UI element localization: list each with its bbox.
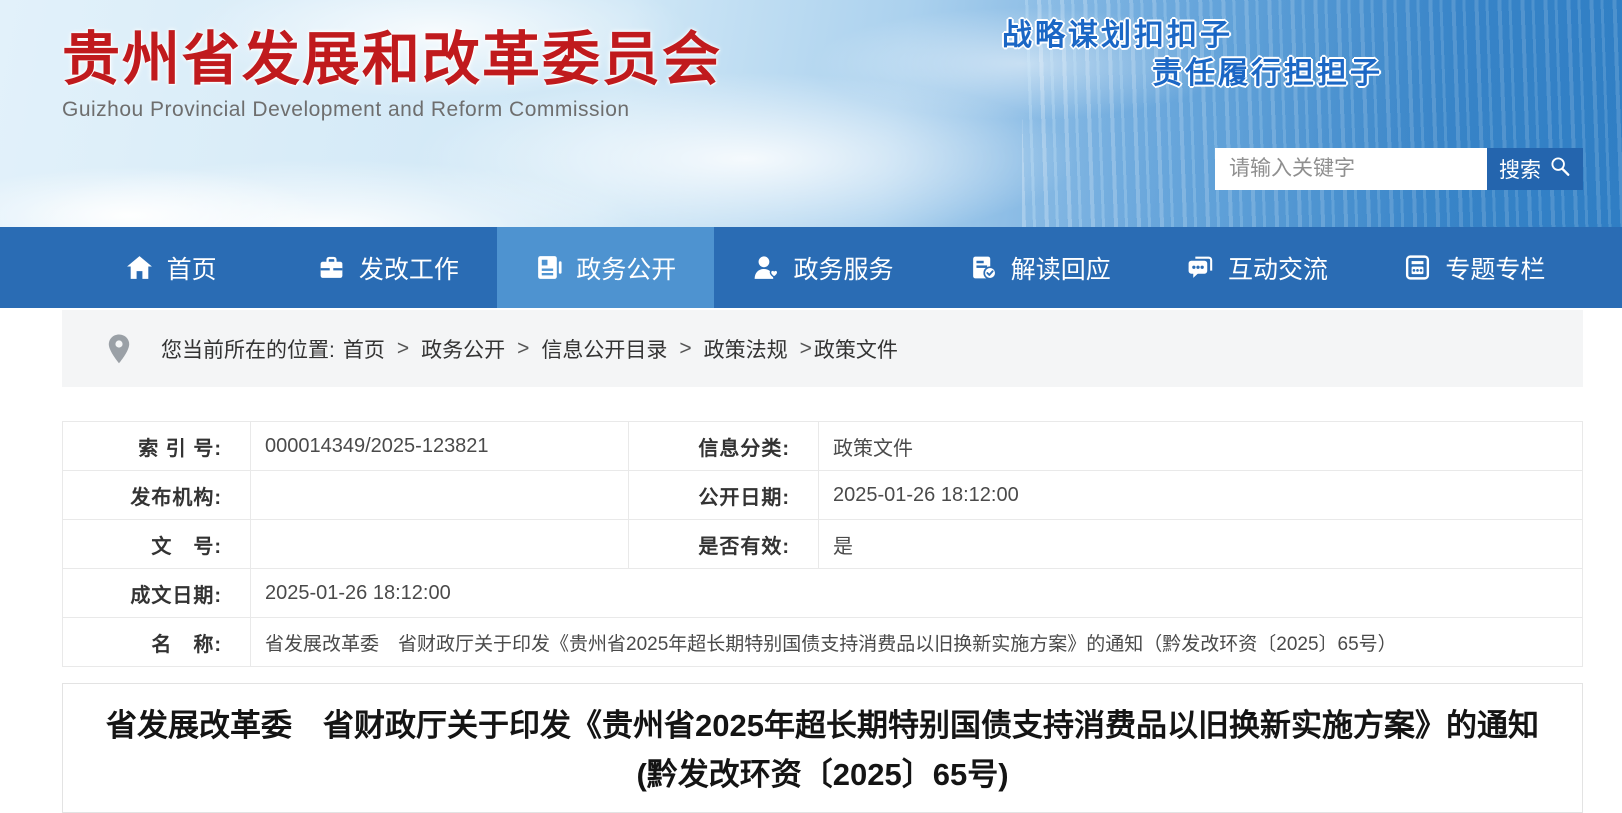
field-value-index-number: 000014349/2025-123821 (251, 422, 629, 471)
table-row: 索 引 号: 000014349/2025-123821 信息分类: 政策文件 (63, 422, 1583, 471)
field-value-doc-number (251, 520, 629, 569)
person-icon (751, 253, 780, 282)
nav-item-fagai-work[interactable]: 发改工作 (279, 227, 496, 308)
breadcrumb-item-policy-regulations[interactable]: 政策法规 (704, 334, 788, 364)
nav-item-label: 政务服务 (793, 250, 893, 286)
nav-item-special-columns[interactable]: 专题专栏 (1366, 227, 1583, 308)
briefcase-icon (317, 253, 346, 282)
field-label-index-number: 索 引 号: (63, 422, 251, 471)
doc-check-icon (969, 253, 998, 282)
breadcrumb-separator: > (679, 337, 691, 361)
document-info-table: 索 引 号: 000014349/2025-123821 信息分类: 政策文件 … (62, 421, 1583, 667)
search-button[interactable]: 搜索 (1487, 148, 1583, 190)
location-pin-icon (107, 333, 131, 365)
breadcrumb-item-gov-disclosure[interactable]: 政务公开 (421, 334, 505, 364)
breadcrumb-item-home[interactable]: 首页 (343, 334, 385, 364)
field-label-issuing-agency: 发布机构: (63, 471, 251, 520)
breadcrumb-separator: > (800, 337, 812, 361)
field-value-info-category: 政策文件 (819, 422, 1583, 471)
breadcrumb: 您当前所在的位置: 首页 > 政务公开 > 信息公开目录 > 政策法规 > 政策… (62, 310, 1583, 387)
table-row: 成文日期: 2025-01-26 18:12:00 (63, 569, 1583, 618)
field-label-info-category: 信息分类: (629, 422, 819, 471)
field-value-publish-date: 2025-01-26 18:12:00 (819, 471, 1583, 520)
article-title-line-1: 省发展改革委 省财政厅关于印发《贵州省2025年超长期特别国债支持消费品以旧换新… (63, 701, 1582, 750)
breadcrumb-prefix: 您当前所在的位置: (161, 334, 335, 364)
table-row: 文 号: 是否有效: 是 (63, 520, 1583, 569)
field-label-publish-date: 公开日期: (629, 471, 819, 520)
nav-item-label: 专题专栏 (1445, 250, 1545, 286)
table-row: 发布机构: 公开日期: 2025-01-26 18:12:00 (63, 471, 1583, 520)
slogan-line-2: 责任履行担担子 (1152, 48, 1383, 92)
main-nav: 首页 发改工作 (0, 227, 1622, 308)
field-value-title: 省发展改革委 省财政厅关于印发《贵州省2025年超长期特别国债支持消费品以旧换新… (251, 618, 1583, 667)
site-title: 贵州省发展和改革委员会 (62, 28, 722, 92)
search-icon (1549, 155, 1571, 183)
breadcrumb-separator: > (397, 337, 409, 361)
search-input[interactable] (1215, 148, 1487, 190)
search-button-label: 搜索 (1499, 154, 1541, 184)
nav-item-gov-disclosure[interactable]: 政务公开 (497, 227, 714, 308)
nav-item-gov-services[interactable]: 政务服务 (714, 227, 931, 308)
nav-item-label: 解读回应 (1011, 250, 1111, 286)
nav-item-interaction[interactable]: 互动交流 (1148, 227, 1365, 308)
nav-item-label: 互动交流 (1228, 250, 1328, 286)
search-bar: 搜索 (1215, 148, 1583, 190)
home-icon (125, 253, 154, 282)
chat-icon (1186, 253, 1215, 282)
site-header: 贵州省发展和改革委员会 Guizhou Provincial Developme… (0, 0, 1622, 227)
breadcrumb-item-policy-documents[interactable]: 政策文件 (814, 334, 898, 364)
breadcrumb-separator: > (517, 337, 529, 361)
article-title-box: 省发展改革委 省财政厅关于印发《贵州省2025年超长期特别国债支持消费品以旧换新… (62, 683, 1583, 813)
table-row: 名 称: 省发展改革委 省财政厅关于印发《贵州省2025年超长期特别国债支持消费… (63, 618, 1583, 667)
field-label-title: 名 称: (63, 618, 251, 667)
field-label-written-date: 成文日期: (63, 569, 251, 618)
nav-item-home[interactable]: 首页 (62, 227, 279, 308)
nav-item-label: 首页 (167, 250, 217, 286)
document-icon (534, 253, 563, 282)
field-label-validity: 是否有效: (629, 520, 819, 569)
breadcrumb-item-info-catalog[interactable]: 信息公开目录 (541, 334, 667, 364)
article-title-line-2: (黔发改环资〔2025〕65号) (63, 750, 1582, 799)
nav-item-label: 发改工作 (359, 250, 459, 286)
field-label-doc-number: 文 号: (63, 520, 251, 569)
nav-item-label: 政务公开 (576, 250, 676, 286)
grid-icon (1403, 253, 1432, 282)
site-subtitle: Guizhou Provincial Development and Refor… (62, 98, 722, 122)
field-value-validity: 是 (819, 520, 1583, 569)
field-value-issuing-agency (251, 471, 629, 520)
field-value-written-date: 2025-01-26 18:12:00 (251, 569, 1583, 618)
nav-item-interpretation[interactable]: 解读回应 (931, 227, 1148, 308)
site-logo[interactable]: 贵州省发展和改革委员会 Guizhou Provincial Developme… (62, 28, 722, 122)
